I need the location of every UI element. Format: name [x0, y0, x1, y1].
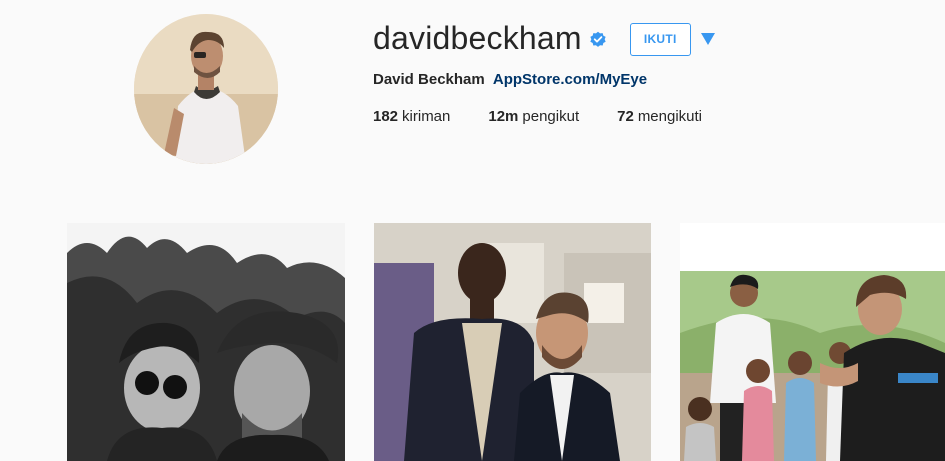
stat-label: pengikut	[522, 108, 580, 125]
post-thumbnail-1[interactable]	[67, 223, 345, 461]
stat-following[interactable]: 72 mengikuti	[617, 108, 702, 125]
stat-label: kiriman	[402, 108, 451, 125]
stats-row: 182 kiriman 12m pengikut 72 mengikuti	[373, 108, 740, 125]
profile-page: davidbeckham IKUTI David Beckham AppStor…	[0, 0, 945, 461]
stat-value: 72	[617, 108, 634, 125]
triangle-down-icon[interactable]	[700, 33, 715, 45]
avatar-photo	[134, 14, 278, 164]
stat-posts: 182 kiriman	[373, 108, 450, 125]
stat-label: mengikuti	[637, 108, 703, 125]
bio-row: David Beckham AppStore.com/MyEye	[373, 71, 647, 88]
stat-value: 12m	[488, 108, 519, 125]
verified-badge-icon	[590, 31, 606, 47]
post-thumbnail-3[interactable]	[680, 223, 945, 461]
username: davidbeckham	[373, 19, 582, 56]
post-image	[374, 223, 651, 461]
profile-avatar[interactable]	[134, 14, 278, 164]
bio-link[interactable]: AppStore.com/MyEye	[493, 71, 647, 88]
post-thumbnail-2[interactable]	[374, 223, 651, 461]
stat-value: 182	[373, 108, 399, 125]
full-name: David Beckham	[373, 71, 485, 88]
stat-followers[interactable]: 12m pengikut	[488, 108, 579, 125]
username-row: davidbeckham IKUTI	[373, 16, 715, 60]
follow-button[interactable]: IKUTI	[629, 22, 691, 56]
post-image	[67, 223, 345, 461]
post-image	[680, 223, 945, 461]
